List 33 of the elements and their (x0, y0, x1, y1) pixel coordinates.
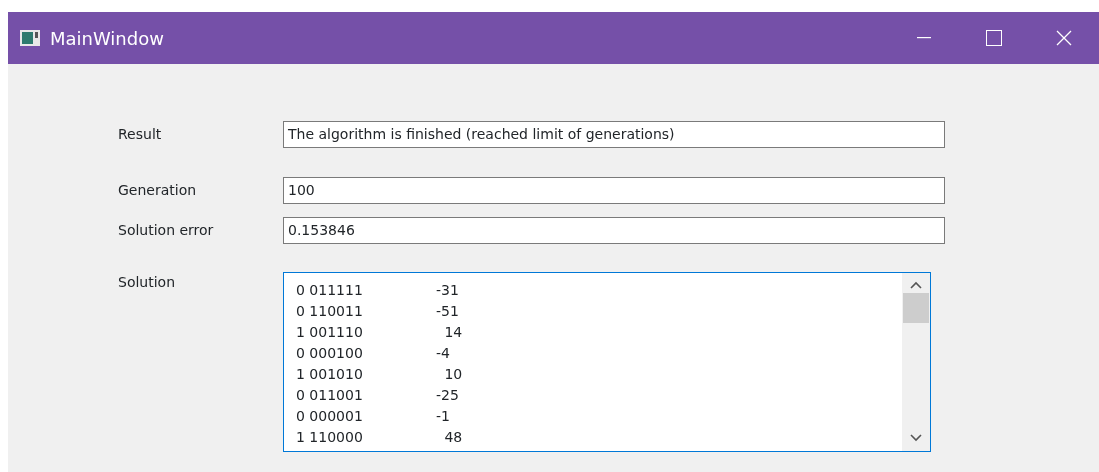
field-label: Solution (118, 273, 177, 292)
binary-code: 1 001110 (296, 323, 364, 342)
field-label: Generation (118, 181, 198, 200)
decimal-value: 10 (443, 365, 464, 384)
decimal-value: -31 (436, 281, 460, 300)
decimal-value: 48 (443, 428, 464, 447)
binary-code: 1 001010 (296, 365, 364, 384)
field-label: Solution error (118, 221, 215, 240)
binary-code: 1 110000 (296, 428, 364, 447)
app-icon (20, 30, 40, 46)
scroll-up-icon[interactable] (910, 281, 922, 289)
close-icon (1056, 30, 1072, 46)
decimal-value: -1 (436, 407, 451, 426)
minimize-icon (917, 37, 931, 39)
text-field[interactable]: 0.153846 (283, 217, 945, 244)
binary-code: 0 000001 (296, 407, 364, 426)
text-field[interactable]: 100 (283, 177, 945, 204)
decimal-value: 14 (443, 323, 464, 342)
text-field[interactable]: The algorithm is finished (reached limit of generations) (283, 121, 945, 148)
scrollbar-thumb[interactable] (903, 293, 929, 323)
binary-code: 0 000100 (296, 344, 364, 363)
decimal-value: -51 (436, 302, 460, 321)
binary-code: 0 011001 (296, 386, 364, 405)
maximize-icon (986, 30, 1002, 46)
window-title: MainWindow (50, 26, 164, 51)
scrollbar[interactable] (902, 273, 930, 451)
decimal-value: -25 (436, 386, 460, 405)
scroll-down-icon[interactable] (910, 434, 922, 442)
binary-code: 0 110011 (296, 302, 364, 321)
solution-text-area[interactable]: 0 011111 -31 0 110011 -51 1 001110 14 0 000100 -4 1 001010 10 0 011001 -25 0 000001 -1 1 110000 48 (283, 272, 931, 452)
field-label: Result (118, 125, 163, 144)
binary-code: 0 011111 (296, 281, 364, 300)
decimal-value: -4 (436, 344, 451, 363)
